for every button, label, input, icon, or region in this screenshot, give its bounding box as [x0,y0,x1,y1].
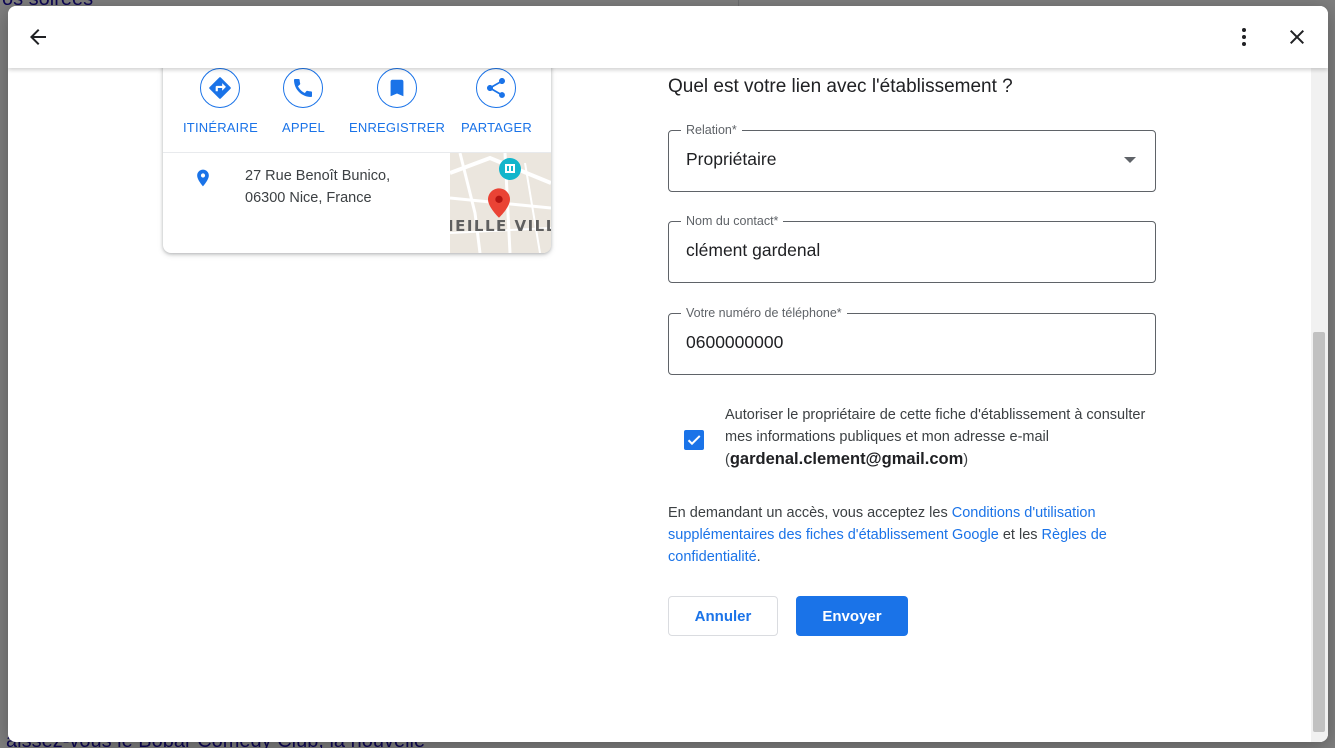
dialog-header [8,6,1328,68]
arrow-back-icon [30,29,46,45]
more-vert-icon [1242,28,1246,46]
bookmark-icon [390,79,404,97]
terms-suffix: . [756,549,761,565]
action-label: PARTAGER [461,120,532,135]
checkmark-icon [687,435,701,446]
contact-name-value: clément gardenal [686,240,821,260]
close-paren: ) [963,452,969,468]
claim-business-dialog: ITINÉRAIRE APPEL ENREGISTRER PARTAGER 27… [8,6,1328,742]
share-button[interactable]: PARTAGER [461,68,532,135]
location-pin-icon [193,166,213,195]
terms-prefix: En demandant un accès, vous acceptez les [668,505,952,521]
phone-field[interactable]: Votre numéro de téléphone* 0600000000 [668,306,1156,375]
close-icon [1290,30,1304,44]
action-label: ENREGISTRER [349,120,446,135]
business-card: ITINÉRAIRE APPEL ENREGISTRER PARTAGER 27… [163,46,551,253]
directions-icon-circle [200,68,241,108]
terms-middle: et les [998,527,1042,543]
cancel-button[interactable]: Annuler [668,596,778,636]
phone-value: 0600000000 [686,332,784,352]
action-label: APPEL [282,120,325,135]
address-line-2: 06300 Nice, France [245,190,372,206]
contact-name-field[interactable]: Nom du contact* clément gardenal [668,214,1156,283]
phone-icon [294,79,313,97]
dropdown-arrow-icon [1124,157,1136,163]
action-label: ITINÉRAIRE [183,120,258,135]
phone-icon-circle [283,68,324,108]
business-address: 27 Rue Benoît Bunico, 06300 Nice, France [245,165,390,209]
contact-name-label: Nom du contact* [681,214,784,228]
share-icon [487,78,506,98]
form-title: Quel est votre lien avec l'établissement… [668,76,1013,97]
consent-text: Autoriser le propriétaire de cette fiche… [725,404,1165,471]
map-thumbnail[interactable]: IEILLE VILL [450,153,551,253]
back-button[interactable] [20,19,56,55]
map-marker-icon [488,188,510,218]
consent-message: Autoriser le propriétaire de cette fiche… [725,407,1146,445]
terms-notice: En demandant un accès, vous acceptez les… [668,502,1168,568]
relation-label: Relation* [681,123,742,137]
send-button[interactable]: Envoyer [796,596,908,636]
call-button[interactable]: APPEL [282,68,325,135]
save-button[interactable]: ENREGISTRER [349,68,445,135]
more-options-button[interactable] [1226,19,1262,55]
share-icon-circle [476,68,517,108]
bookmark-icon-circle [377,68,418,108]
consent-email: gardenal.clement@gmail.com [729,450,964,468]
relation-value: Propriétaire [686,149,777,169]
map-label: IEILLE VILL [450,217,551,235]
consent-checkbox[interactable] [684,430,704,450]
phone-label: Votre numéro de téléphone* [681,306,847,320]
address-line-1: 27 Rue Benoît Bunico, [245,168,391,184]
directions-icon [209,77,232,99]
close-button[interactable] [1279,19,1315,55]
relation-select[interactable]: Relation* Propriétaire [668,123,1156,192]
scrollbar-thumb[interactable] [1313,332,1325,732]
directions-button[interactable]: ITINÉRAIRE [183,68,258,135]
